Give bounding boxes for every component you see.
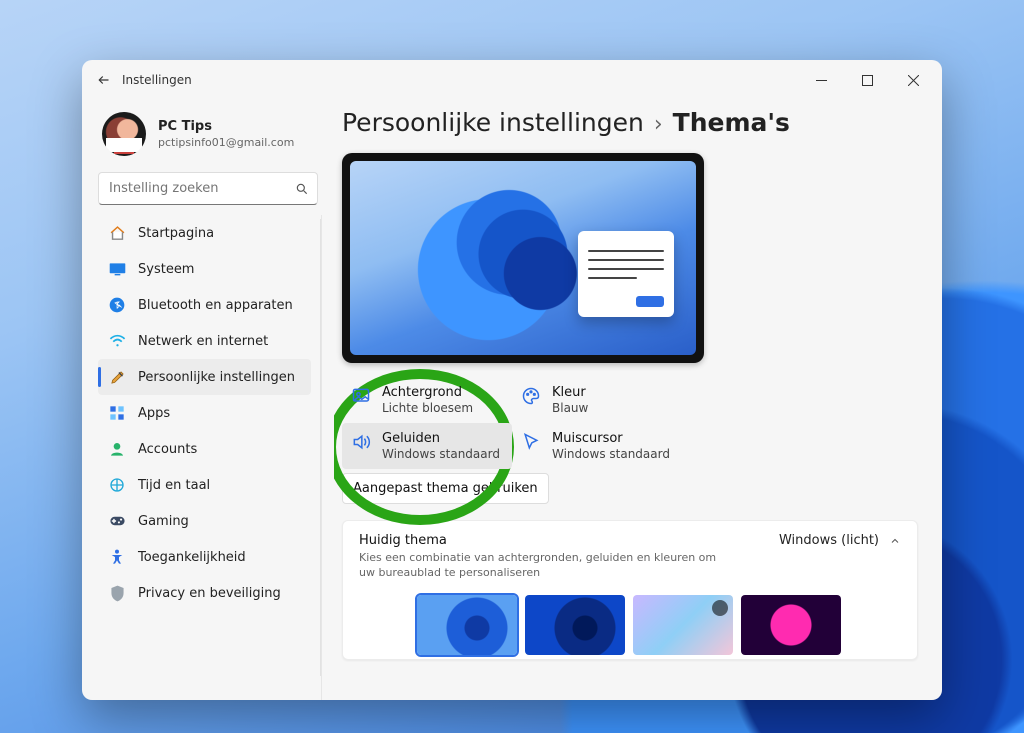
minimize-icon bbox=[816, 75, 827, 86]
maximize-button[interactable] bbox=[844, 64, 890, 96]
accessibility-icon bbox=[108, 548, 126, 566]
breadcrumb: Persoonlijke instellingen › Thema's bbox=[342, 108, 918, 137]
sidebar-item-label: Tijd en taal bbox=[138, 478, 210, 493]
preview-window-card bbox=[578, 231, 674, 317]
back-button[interactable] bbox=[88, 65, 118, 95]
sidebar-item-accounts[interactable]: Accounts bbox=[98, 431, 311, 467]
close-button[interactable] bbox=[890, 64, 936, 96]
current-theme-selected: Windows (licht) bbox=[779, 533, 879, 548]
sidebar: PC Tips pctipsinfo01@gmail.com Startpagi… bbox=[82, 100, 334, 700]
settings-window: Instellingen PC Tips pctipsinfo01@gmail.… bbox=[82, 60, 942, 700]
current-theme-title: Huidig thema bbox=[359, 533, 763, 548]
image-icon bbox=[350, 385, 372, 407]
apps-icon bbox=[108, 404, 126, 422]
sidebar-item-home[interactable]: Startpagina bbox=[98, 215, 311, 251]
settings-search[interactable] bbox=[98, 172, 318, 205]
titlebar: Instellingen bbox=[82, 60, 942, 100]
option-title: Kleur bbox=[552, 385, 588, 400]
sidebar-item-privacy[interactable]: Privacy en beveiliging bbox=[98, 575, 311, 611]
search-input[interactable] bbox=[109, 181, 295, 196]
sidebar-item-apps[interactable]: Apps bbox=[98, 395, 311, 431]
option-cursor[interactable]: Muiscursor Windows standaard bbox=[512, 423, 682, 469]
chevron-right-icon: › bbox=[654, 112, 663, 137]
option-value: Windows standaard bbox=[382, 447, 500, 461]
palette-icon bbox=[520, 385, 542, 407]
theme-thumb-spotlight[interactable] bbox=[633, 595, 733, 655]
sidebar-item-time-language[interactable]: Tijd en taal bbox=[98, 467, 311, 503]
theme-options: Achtergrond Lichte bloesem Kleur Blauw bbox=[342, 377, 722, 504]
current-theme-card[interactable]: Huidig thema Kies een combinatie van ach… bbox=[342, 520, 918, 660]
sidebar-item-gaming[interactable]: Gaming bbox=[98, 503, 311, 539]
theme-thumb-windows-dark[interactable] bbox=[525, 595, 625, 655]
option-title: Geluiden bbox=[382, 431, 500, 446]
sidebar-item-label: Startpagina bbox=[138, 226, 214, 241]
option-value: Lichte bloesem bbox=[382, 401, 473, 415]
cursor-icon bbox=[520, 431, 542, 453]
sidebar-item-system[interactable]: Systeem bbox=[98, 251, 311, 287]
system-icon bbox=[108, 260, 126, 278]
profile-email: pctipsinfo01@gmail.com bbox=[158, 136, 294, 149]
option-title: Muiscursor bbox=[552, 431, 670, 446]
sidebar-item-label: Privacy en beveiliging bbox=[138, 586, 281, 601]
user-icon bbox=[108, 440, 126, 458]
preview-screen bbox=[350, 161, 696, 355]
option-value: Windows standaard bbox=[552, 447, 670, 461]
sidebar-nav: Startpagina Systeem Bluetooth en apparat… bbox=[98, 215, 322, 700]
option-title: Achtergrond bbox=[382, 385, 473, 400]
sidebar-item-label: Toegankelijkheid bbox=[138, 550, 246, 565]
sidebar-item-label: Apps bbox=[138, 406, 170, 421]
sidebar-item-label: Gaming bbox=[138, 514, 189, 529]
sidebar-item-label: Systeem bbox=[138, 262, 194, 277]
sidebar-item-label: Bluetooth en apparaten bbox=[138, 298, 293, 313]
option-color[interactable]: Kleur Blauw bbox=[512, 377, 682, 423]
theme-preview bbox=[342, 153, 704, 363]
breadcrumb-parent[interactable]: Persoonlijke instellingen bbox=[342, 108, 644, 137]
speaker-icon bbox=[350, 431, 372, 453]
shield-icon bbox=[108, 584, 126, 602]
theme-thumb-glow[interactable] bbox=[741, 595, 841, 655]
avatar bbox=[102, 112, 146, 156]
gaming-icon bbox=[108, 512, 126, 530]
paintbrush-icon bbox=[108, 368, 126, 386]
window-controls bbox=[798, 64, 936, 96]
option-background[interactable]: Achtergrond Lichte bloesem bbox=[342, 377, 512, 423]
chevron-up-icon bbox=[889, 535, 901, 547]
breadcrumb-current: Thema's bbox=[673, 108, 790, 137]
search-icon bbox=[295, 182, 309, 196]
close-icon bbox=[908, 75, 919, 86]
wifi-icon bbox=[108, 332, 126, 350]
apply-custom-theme-button[interactable]: Aangepast thema gebruiken bbox=[342, 473, 549, 504]
sidebar-item-accessibility[interactable]: Toegankelijkheid bbox=[98, 539, 311, 575]
theme-thumb-windows-light[interactable] bbox=[417, 595, 517, 655]
sidebar-item-bluetooth[interactable]: Bluetooth en apparaten bbox=[98, 287, 311, 323]
window-title: Instellingen bbox=[122, 73, 192, 87]
theme-thumbnails bbox=[359, 595, 901, 655]
current-theme-subtitle: Kies een combinatie van achtergronden, g… bbox=[359, 551, 719, 581]
sidebar-item-label: Persoonlijke instellingen bbox=[138, 370, 295, 385]
profile-block[interactable]: PC Tips pctipsinfo01@gmail.com bbox=[98, 100, 322, 172]
home-icon bbox=[108, 224, 126, 242]
sidebar-item-label: Netwerk en internet bbox=[138, 334, 268, 349]
sidebar-item-personalization[interactable]: Persoonlijke instellingen bbox=[98, 359, 311, 395]
minimize-button[interactable] bbox=[798, 64, 844, 96]
profile-name: PC Tips bbox=[158, 119, 294, 134]
sidebar-item-network[interactable]: Netwerk en internet bbox=[98, 323, 311, 359]
maximize-icon bbox=[862, 75, 873, 86]
option-value: Blauw bbox=[552, 401, 588, 415]
content-area: Persoonlijke instellingen › Thema's bbox=[334, 100, 942, 700]
option-sounds[interactable]: Geluiden Windows standaard bbox=[342, 423, 512, 469]
globe-clock-icon bbox=[108, 476, 126, 494]
sidebar-item-label: Accounts bbox=[138, 442, 197, 457]
bluetooth-icon bbox=[108, 296, 126, 314]
